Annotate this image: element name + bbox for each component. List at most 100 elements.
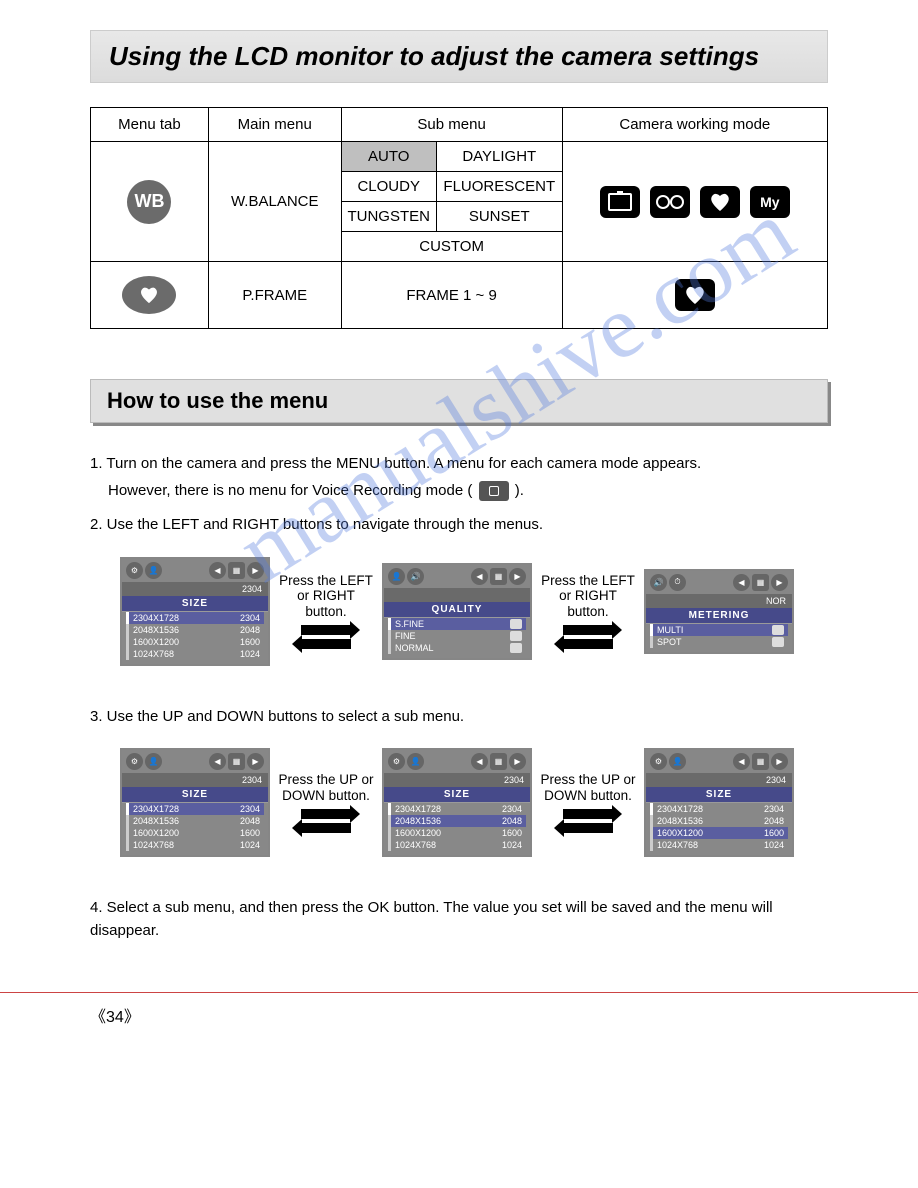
lcd-bar-size: SIZE xyxy=(384,787,530,802)
lcd-bar-size: SIZE xyxy=(122,787,268,802)
left-arrow-icon: ◀ xyxy=(733,753,750,770)
grid-icon: ▦ xyxy=(490,753,507,770)
set-icon: ⚙ xyxy=(126,562,143,579)
grid-icon: ▦ xyxy=(490,568,507,585)
metering-icon xyxy=(772,637,784,647)
right-arrow-icon: ▶ xyxy=(509,568,526,585)
metering-icon xyxy=(772,625,784,635)
table-header-row: Menu tab Main menu Sub menu Camera worki… xyxy=(91,108,828,142)
list-item: 2304X17282304 xyxy=(126,612,264,624)
page-number: 《34》 xyxy=(90,1003,828,1027)
arrow-label: Press the UP or DOWN button. xyxy=(538,772,638,803)
list-item: 1600X12001600 xyxy=(126,827,264,839)
list-item: 2304X17282304 xyxy=(126,803,264,815)
right-arrow-icon: ▶ xyxy=(247,753,264,770)
arrow-left-icon xyxy=(563,639,613,649)
left-arrow-icon: ◀ xyxy=(209,753,226,770)
list-item: 2304X17282304 xyxy=(650,803,788,815)
lcd-top: ⚙👤 ◀▦▶ xyxy=(122,559,268,582)
speaker-icon: 🔊 xyxy=(407,568,424,585)
lcd-row-lr: ⚙👤 ◀▦▶ 2304 SIZE 2304X17282304 2048X1536… xyxy=(120,557,828,666)
step-1c: ). xyxy=(515,482,524,499)
list-item: 1024X7681024 xyxy=(126,839,264,851)
grid-icon: ▦ xyxy=(752,753,769,770)
list-item: 2048X15362048 xyxy=(388,815,526,827)
section-header: How to use the menu xyxy=(90,379,828,423)
quality-icon xyxy=(510,643,522,653)
left-arrow-icon: ◀ xyxy=(209,562,226,579)
cell-pframe-mode xyxy=(562,262,827,329)
grid-icon: ▦ xyxy=(228,753,245,770)
lcd-rows: 2304X17282304 2048X15362048 1600X1200160… xyxy=(122,803,268,855)
step-2: 2. Use the LEFT and RIGHT buttons to nav… xyxy=(90,514,828,537)
list-item: NORMAL xyxy=(388,642,526,654)
settings-table: Menu tab Main menu Sub menu Camera worki… xyxy=(90,107,828,329)
cell-pframe-icon xyxy=(91,262,209,329)
table-row-pframe: P.FRAME FRAME 1 ~ 9 xyxy=(91,262,828,329)
speaker-icon: 🔊 xyxy=(650,574,667,591)
list-item: 2304X17282304 xyxy=(388,803,526,815)
grid-icon: ▦ xyxy=(228,562,245,579)
list-item: FINE xyxy=(388,630,526,642)
set-icon: ⚙ xyxy=(388,753,405,770)
heart-frame-icon xyxy=(122,276,176,314)
lcd-tag: 2304 xyxy=(122,773,268,787)
arrow-label: Press the UP or DOWN button. xyxy=(276,772,376,803)
cell-pframe-sub: FRAME 1 ~ 9 xyxy=(341,262,562,329)
lcd-rows: MULTI SPOT xyxy=(646,624,792,652)
cell-pframe-main: P.FRAME xyxy=(208,262,341,329)
page-title: Using the LCD monitor to adjust the came… xyxy=(109,41,809,72)
arrow-left-icon xyxy=(563,823,613,833)
lcd-size-sel3: ⚙👤 ◀▦▶ 2304 SIZE 2304X17282304 2048X1536… xyxy=(644,748,794,857)
lcd-top: 👤🔊 ◀▦▶ xyxy=(384,565,530,588)
lcd-top: ⚙👤 ◀▦▶ xyxy=(646,750,792,773)
sub-tungsten: TUNGSTEN xyxy=(341,202,436,232)
arrow-group-lr: Press the LEFT or RIGHT button. xyxy=(538,573,638,650)
arrow-right-icon xyxy=(563,625,613,635)
step-1b-wrap: However, there is no menu for Voice Reco… xyxy=(90,480,828,503)
lcd-quality: 👤🔊 ◀▦▶ QUALITY S.FINE FINE NORMAL xyxy=(382,563,532,660)
lcd-size: ⚙👤 ◀▦▶ 2304 SIZE 2304X17282304 2048X1536… xyxy=(120,557,270,666)
lcd-bar-metering: METERING xyxy=(646,608,792,623)
list-item: 1024X7681024 xyxy=(388,839,526,851)
step-4: 4. Select a sub menu, and then press the… xyxy=(90,897,828,942)
person-icon: 👤 xyxy=(669,753,686,770)
sub-sunset: SUNSET xyxy=(436,202,562,232)
lcd-rows: S.FINE FINE NORMAL xyxy=(384,618,530,658)
cell-wb-icon: WB xyxy=(91,142,209,262)
sub-custom: CUSTOM xyxy=(341,232,562,262)
grid-icon: ▦ xyxy=(752,574,769,591)
person-icon: 👤 xyxy=(407,753,424,770)
th-mainmenu: Main menu xyxy=(208,108,341,142)
right-arrow-icon: ▶ xyxy=(771,753,788,770)
list-item: 1024X7681024 xyxy=(650,839,788,851)
arrow-left-icon xyxy=(301,639,351,649)
divider xyxy=(0,992,918,993)
lcd-top: 🔊⏱ ◀▦▶ xyxy=(646,571,792,594)
list-item: 1600X12001600 xyxy=(126,636,264,648)
cell-wb-main: W.BALANCE xyxy=(208,142,341,262)
lcd-row-ud: ⚙👤 ◀▦▶ 2304 SIZE 2304X17282304 2048X1536… xyxy=(120,748,828,857)
step-1b: However, there is no menu for Voice Reco… xyxy=(108,482,472,499)
timer-icon: ⏱ xyxy=(669,574,686,591)
th-menutab: Menu tab xyxy=(91,108,209,142)
lcd-rows: 2304X17282304 2048X15362048 1600X1200160… xyxy=(384,803,530,855)
left-arrow-icon: ◀ xyxy=(471,568,488,585)
lcd-size-sel1: ⚙👤 ◀▦▶ 2304 SIZE 2304X17282304 2048X1536… xyxy=(120,748,270,857)
quality-icon xyxy=(510,619,522,629)
list-item: SPOT xyxy=(650,636,788,648)
list-item: 1600X12001600 xyxy=(388,827,526,839)
cell-wb-modes: My xyxy=(562,142,827,262)
arrow-right-icon xyxy=(301,625,351,635)
list-item: MULTI xyxy=(650,624,788,636)
lcd-metering: 🔊⏱ ◀▦▶ NOR METERING MULTI SPOT xyxy=(644,569,794,654)
lcd-tag: 2304 xyxy=(122,582,268,596)
heart-icon xyxy=(675,279,715,311)
set-icon: ⚙ xyxy=(650,753,667,770)
th-submenu: Sub menu xyxy=(341,108,562,142)
wb-icon: WB xyxy=(127,180,171,224)
list-item: 2048X15362048 xyxy=(650,815,788,827)
arrow-group-ud: Press the UP or DOWN button. xyxy=(276,772,376,833)
lcd-top: ⚙👤 ◀▦▶ xyxy=(384,750,530,773)
lcd-bar-quality: QUALITY xyxy=(384,602,530,617)
